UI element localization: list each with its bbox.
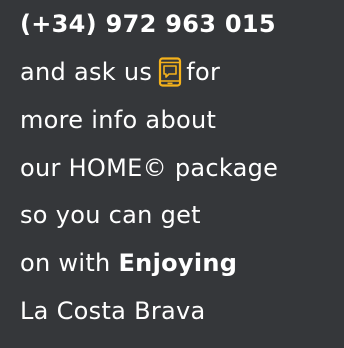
ask-us-text: and ask us bbox=[20, 58, 153, 86]
costa-brava-line: La Costa Brava bbox=[20, 297, 206, 325]
enjoying-text: Enjoying bbox=[118, 249, 238, 277]
on-with-enjoying-line: on with Enjoying bbox=[20, 247, 237, 279]
on-with-text: on with bbox=[20, 249, 111, 277]
so-you-can-get-line: so you can get bbox=[20, 201, 201, 229]
phone-number[interactable]: (+34) 972 963 015 bbox=[20, 8, 276, 40]
home-package-line: our HOME© package bbox=[20, 154, 279, 182]
contact-panel: (+34) 972 963 015 and ask us for more in… bbox=[0, 0, 344, 348]
more-info-line: more info about bbox=[20, 106, 217, 134]
ask-us-line: and ask us for bbox=[20, 56, 220, 88]
for-text: for bbox=[186, 58, 221, 86]
mobile-chat-icon bbox=[159, 57, 182, 87]
